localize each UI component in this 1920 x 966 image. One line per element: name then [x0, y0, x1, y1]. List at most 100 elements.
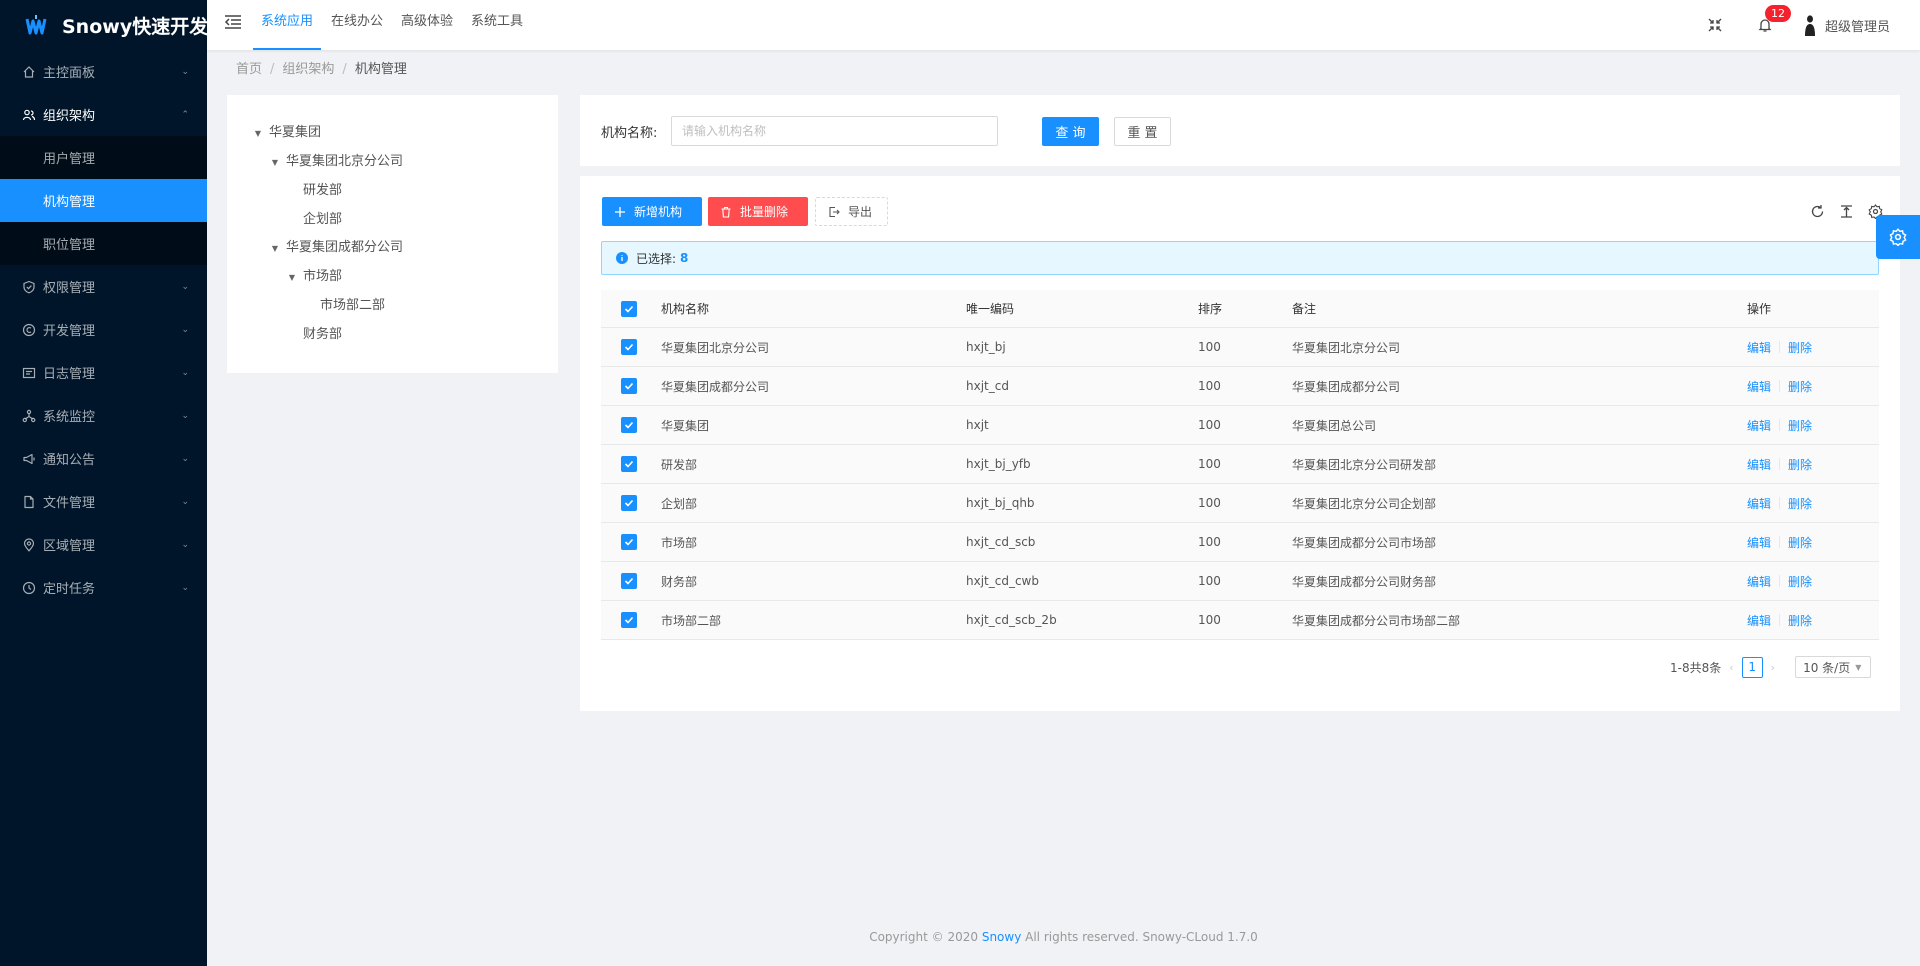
page-size-select[interactable]: 10 条/页 ▼ [1795, 656, 1872, 678]
page-item-current[interactable]: 1 [1741, 656, 1763, 678]
delete-link[interactable]: 删除 [1788, 339, 1812, 356]
footer-brand-link[interactable]: Snowy [982, 930, 1021, 944]
submenu-item-users[interactable]: 用户管理 [0, 136, 207, 179]
shield-icon [23, 280, 35, 293]
row-checkbox[interactable] [621, 328, 637, 366]
menu-item-dashboard[interactable]: 主控面板 ⌄ [0, 50, 207, 93]
table-row: 财务部 hxjt_cd_cwb 100 华夏集团成都分公司财务部 编辑 删除 [601, 562, 1879, 601]
breadcrumb-home[interactable]: 首页 [236, 62, 262, 77]
row-checkbox[interactable] [621, 406, 637, 444]
row-checkbox[interactable] [621, 484, 637, 522]
tab-advanced[interactable]: 高级体验 [401, 0, 453, 50]
menu-item-file[interactable]: 文件管理 ⌄ [0, 480, 207, 523]
edit-link[interactable]: 编辑 [1747, 534, 1771, 551]
menu-item-timer[interactable]: 定时任务 ⌄ [0, 566, 207, 609]
tree-node[interactable]: 市场部二部 [320, 296, 385, 316]
floating-settings-button[interactable] [1876, 215, 1920, 259]
menu-fold-icon[interactable] [223, 12, 243, 32]
batch-delete-button[interactable]: 批量删除 [708, 197, 808, 226]
column-header-remark: 备注 [1292, 302, 1317, 316]
tab-system-tools[interactable]: 系统工具 [471, 0, 523, 50]
delete-link[interactable]: 删除 [1788, 495, 1812, 512]
caret-down-icon[interactable]: ▼ [270, 153, 280, 173]
avatar[interactable] [1803, 14, 1817, 36]
username[interactable]: 超级管理员 [1825, 16, 1890, 35]
tree-node[interactable]: 企划部 [303, 210, 342, 230]
submenu-item-positions[interactable]: 职位管理 [0, 222, 207, 265]
cell-remark: 华夏集团成都分公司 [1292, 379, 1401, 394]
location-icon [23, 537, 35, 552]
export-button[interactable]: 导出 [815, 197, 888, 226]
row-checkbox[interactable] [621, 523, 637, 561]
row-checkbox[interactable] [621, 445, 637, 483]
column-height-icon[interactable] [1839, 204, 1854, 219]
menu-label: 开发管理 [43, 324, 96, 339]
tab-system-app[interactable]: 系统应用 [252, 0, 322, 50]
row-checkbox[interactable] [621, 367, 637, 405]
tree-node[interactable]: ▼ 华夏集团 [253, 123, 321, 143]
edit-link[interactable]: 编辑 [1747, 417, 1771, 434]
tree-node[interactable]: ▼ 华夏集团成都分公司 [270, 238, 403, 258]
table-row: 企划部 hxjt_bj_qhb 100 华夏集团北京分公司企划部 编辑 删除 [601, 484, 1879, 523]
action-divider [1779, 380, 1781, 392]
tab-online-office[interactable]: 在线办公 [331, 0, 383, 50]
cell-remark: 华夏集团北京分公司研发部 [1292, 457, 1437, 472]
chevron-right-icon[interactable]: › [1771, 661, 1775, 674]
row-checkbox[interactable] [621, 601, 637, 639]
fullscreen-exit-icon[interactable] [1707, 17, 1723, 33]
home-icon [23, 65, 35, 78]
menu-item-area[interactable]: 区域管理 ⌄ [0, 523, 207, 566]
delete-link[interactable]: 删除 [1788, 378, 1812, 395]
check-icon [624, 538, 634, 546]
edit-link[interactable]: 编辑 [1747, 456, 1771, 473]
check-icon [624, 460, 634, 468]
row-checkbox[interactable] [621, 562, 637, 600]
add-org-button[interactable]: 新增机构 [602, 197, 702, 226]
notification-bell[interactable]: 12 [1757, 5, 1791, 33]
caret-down-icon[interactable]: ▼ [253, 124, 263, 144]
menu-label: 组织架构 [43, 109, 96, 124]
caret-down-icon[interactable]: ▼ [287, 268, 297, 288]
footer-copyright: Copyright © 2020 [869, 930, 978, 944]
edit-link[interactable]: 编辑 [1747, 339, 1771, 356]
edit-link[interactable]: 编辑 [1747, 612, 1771, 629]
reset-button[interactable]: 重 置 [1114, 117, 1171, 146]
reload-icon[interactable] [1810, 204, 1825, 219]
menu-item-log[interactable]: 日志管理 ⌄ [0, 351, 207, 394]
delete-link[interactable]: 删除 [1788, 417, 1812, 434]
query-button[interactable]: 查 询 [1042, 117, 1099, 146]
app-logo[interactable]: Snowy快速开发... [0, 0, 207, 50]
select-all-checkbox[interactable] [621, 290, 637, 327]
breadcrumb-org[interactable]: 组织架构 [282, 62, 334, 77]
menu-item-auth[interactable]: 权限管理 ⌄ [0, 265, 207, 308]
delete-link[interactable]: 删除 [1788, 534, 1812, 551]
cluster-icon [22, 409, 36, 422]
tree-node[interactable]: ▼ 市场部 [287, 267, 342, 287]
menu-item-monitor[interactable]: 系统监控 ⌄ [0, 394, 207, 437]
edit-link[interactable]: 编辑 [1747, 495, 1771, 512]
copyright-icon [22, 323, 36, 336]
notice-icon [23, 453, 35, 464]
cell-actions: 编辑 删除 [1747, 484, 1812, 522]
cell-code: hxjt_cd [966, 379, 1009, 393]
menu-item-dev[interactable]: 开发管理 ⌄ [0, 308, 207, 351]
cell-sort: 100 [1198, 457, 1221, 471]
delete-link[interactable]: 删除 [1788, 612, 1812, 629]
chevron-down-icon: ⌄ [181, 66, 189, 77]
menu-item-notice[interactable]: 通知公告 ⌄ [0, 437, 207, 480]
tree-node[interactable]: 财务部 [303, 325, 342, 345]
chevron-left-icon[interactable]: ‹ [1729, 661, 1733, 674]
edit-link[interactable]: 编辑 [1747, 378, 1771, 395]
add-org-label: 新增机构 [634, 205, 683, 219]
caret-down-icon[interactable]: ▼ [270, 239, 280, 259]
delete-link[interactable]: 删除 [1788, 456, 1812, 473]
submenu-item-orgs[interactable]: 机构管理 [0, 179, 207, 222]
menu-item-org[interactable]: 组织架构 ⌃ [0, 93, 207, 136]
tree-node[interactable]: ▼ 华夏集团北京分公司 [270, 152, 403, 172]
cell-code: hxjt [966, 418, 989, 432]
edit-link[interactable]: 编辑 [1747, 573, 1771, 590]
delete-link[interactable]: 删除 [1788, 573, 1812, 590]
table-row: 华夏集团北京分公司 hxjt_bj 100 华夏集团北京分公司 编辑 删除 [601, 328, 1879, 367]
tree-node[interactable]: 研发部 [303, 181, 342, 201]
org-name-input[interactable] [671, 116, 998, 146]
